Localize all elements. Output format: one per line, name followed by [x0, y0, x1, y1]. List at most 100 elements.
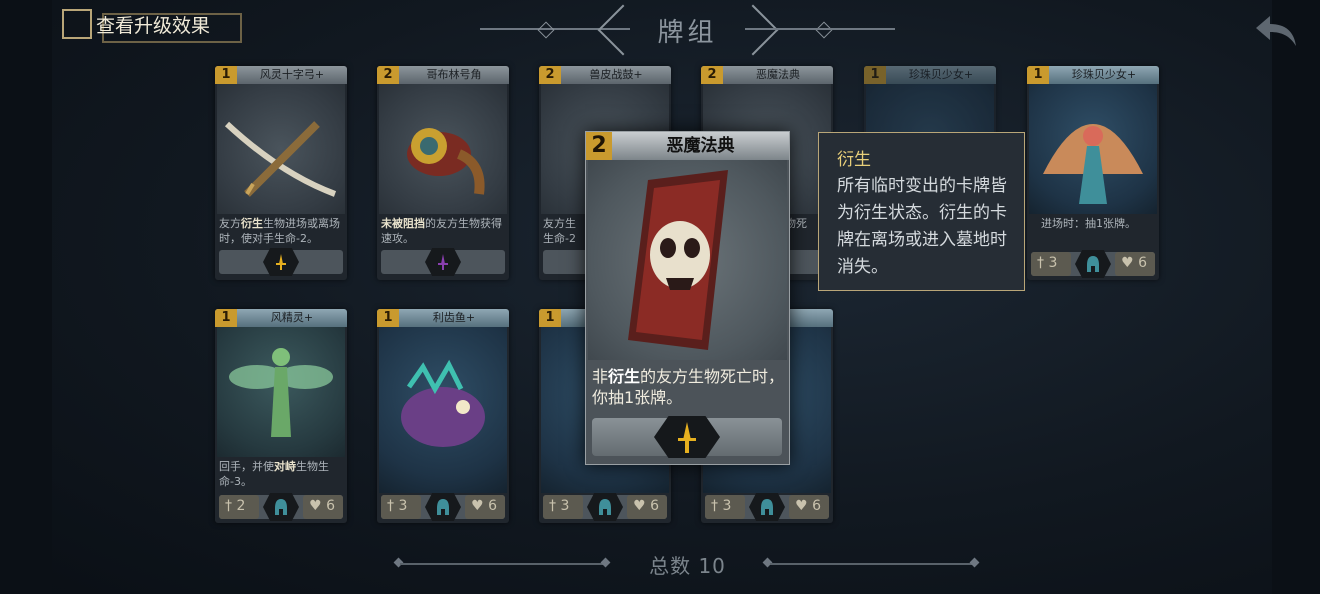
card-type-badge: [587, 493, 623, 521]
total-ornament-right: [969, 557, 980, 568]
card-footer: † 3 ♥ 6: [705, 493, 829, 521]
health-number: 6: [488, 498, 497, 514]
title-divider-right: [745, 28, 895, 30]
card-cost: 1: [1027, 66, 1049, 84]
health-value: ♥ 6: [309, 498, 335, 514]
helmet-icon: [437, 499, 449, 515]
upgrade-checkbox[interactable]: [62, 9, 92, 39]
attack-number: 2: [236, 498, 246, 514]
card-description: 回手，并使对峙生物生命-3。: [219, 459, 343, 489]
crossbow-icon: [224, 121, 337, 197]
title-ornament-right: [815, 21, 833, 39]
card-description: 进场时：抽1张牌。: [1041, 216, 1159, 231]
total-divider-right: [770, 563, 975, 565]
tooltip-title: 衍生: [837, 150, 871, 170]
shell-maiden-icon: [1043, 124, 1143, 204]
card-footer: † 2 ♥ 6: [219, 493, 343, 521]
card-text-part: 友方生: [543, 217, 576, 230]
popup-keyword: 衍生: [608, 367, 641, 386]
upgrade-toggle[interactable]: 查看升级效果: [62, 9, 244, 45]
health-value: ♥ 6: [471, 498, 497, 514]
demon-tome-icon: [628, 170, 728, 350]
card-name: 珍珠贝少女+: [908, 68, 974, 81]
card-cost: 1: [215, 309, 237, 327]
popup-card-cost: 2: [586, 132, 612, 160]
card-art-fangfish: [379, 327, 507, 493]
attack-value: † 3: [387, 498, 408, 514]
card-footer: † 3 ♥ 6: [381, 493, 505, 521]
back-button[interactable]: [1254, 12, 1300, 48]
card-keyword: 对峙: [274, 460, 296, 473]
popup-type-badge: [654, 416, 720, 458]
card-cost: 1: [215, 66, 237, 84]
card-cost: 1: [377, 309, 399, 327]
popup-card-name: 恶魔法典: [666, 136, 735, 156]
card-art-crossbow: [217, 84, 345, 214]
attack-number: 3: [560, 498, 570, 514]
horn-icon: [407, 128, 485, 195]
card-type-badge: [425, 493, 461, 521]
card-text-part: 友方: [219, 217, 241, 230]
deck-card[interactable]: 2 哥布林号角 未被阻挡的友方生物获得速攻。: [377, 66, 509, 280]
card-detail-popup[interactable]: 2 恶魔法典 非衍生的友方生物死亡时，你抽1张牌。: [585, 131, 790, 465]
card-art-wind-fairy: [217, 327, 345, 457]
card-footer: [219, 248, 343, 276]
fairy-icon: [229, 348, 333, 437]
total-divider-left: [400, 563, 605, 565]
attack-number: 3: [1048, 255, 1058, 271]
attack-number: 3: [722, 498, 732, 514]
back-arrow-icon: [1256, 16, 1296, 46]
popup-card-footer: [592, 416, 782, 458]
card-name: 兽皮战鼓+: [589, 68, 643, 81]
right-side-panel: [1272, 0, 1320, 594]
card-cost: 1: [539, 309, 561, 327]
card-type-badge: [1075, 250, 1111, 278]
card-name: 利齿鱼+: [432, 311, 476, 324]
card-keyword: 衍生: [241, 217, 263, 230]
card-text-part: 进场时：抽1张牌。: [1041, 217, 1136, 230]
helmet-icon: [761, 499, 773, 515]
deck-card[interactable]: 1 珍珠贝少女+ 进场时：抽1张牌。 † 3 ♥ 6: [1027, 66, 1159, 280]
attack-value: † 3: [711, 498, 732, 514]
card-footer: † 3 ♥ 6: [543, 493, 667, 521]
total-ornament-left-end: [600, 557, 611, 568]
attack-value: † 2: [225, 498, 246, 514]
card-cost: 2: [701, 66, 723, 84]
attack-value: † 3: [1037, 255, 1058, 271]
health-value: ♥ 6: [1121, 255, 1147, 271]
card-type-badge: [425, 248, 461, 276]
card-name: 哥布林号角: [426, 68, 482, 81]
card-name: 恶魔法典: [756, 68, 800, 81]
health-number: 6: [812, 498, 821, 514]
helmet-icon: [1087, 256, 1099, 272]
card-footer: [381, 248, 505, 276]
card-total-count: 总数 10: [649, 554, 726, 578]
card-text-part: 生命-2: [543, 232, 576, 245]
card-cost: 2: [539, 66, 561, 84]
card-type-badge: [263, 493, 299, 521]
helmet-icon: [599, 499, 611, 515]
deck-card[interactable]: 1 利齿鱼+ † 3 ♥ 6: [377, 309, 509, 523]
card-cost: 2: [377, 66, 399, 84]
dagger-icon: [276, 254, 286, 270]
card-description: 友方衍生生物进场或离场时，使对手生命-2。: [219, 216, 343, 246]
card-name: 风精灵+: [270, 311, 314, 324]
deck-card[interactable]: 1 风精灵+ 回手，并使对峙生物生命-3。 † 2 ♥ 6: [215, 309, 347, 523]
card-cost: 1: [864, 66, 886, 84]
title-ornament-left: [537, 21, 555, 39]
health-number: 6: [650, 498, 659, 514]
deck-card[interactable]: 1 风灵十字弓+ 友方衍生生物进场或离场时，使对手生命-2。: [215, 66, 347, 280]
left-side-panel: [0, 0, 52, 594]
keyword-tooltip: 衍生 所有临时变出的卡牌皆为衍生状态。衍生的卡牌在离场或进入墓地时消失。: [818, 132, 1025, 291]
card-name: 珍珠贝少女+: [1071, 68, 1137, 81]
upgrade-toggle-label: 查看升级效果: [96, 15, 211, 37]
health-value: ♥ 6: [795, 498, 821, 514]
popup-card-description: 非衍生的友方生物死亡时，你抽1张牌。: [592, 366, 786, 408]
popup-text-part: 非: [592, 367, 609, 386]
popup-card-art: [588, 160, 787, 360]
tooltip-body: 所有临时变出的卡牌皆为衍生状态。衍生的卡牌在离场或进入墓地时消失。: [837, 176, 1007, 277]
helmet-icon: [275, 499, 287, 515]
card-text-part: 回手，并使: [219, 460, 274, 473]
card-keyword: 未被阻挡: [381, 217, 425, 230]
card-footer: † 3 ♥ 6: [1031, 250, 1155, 278]
